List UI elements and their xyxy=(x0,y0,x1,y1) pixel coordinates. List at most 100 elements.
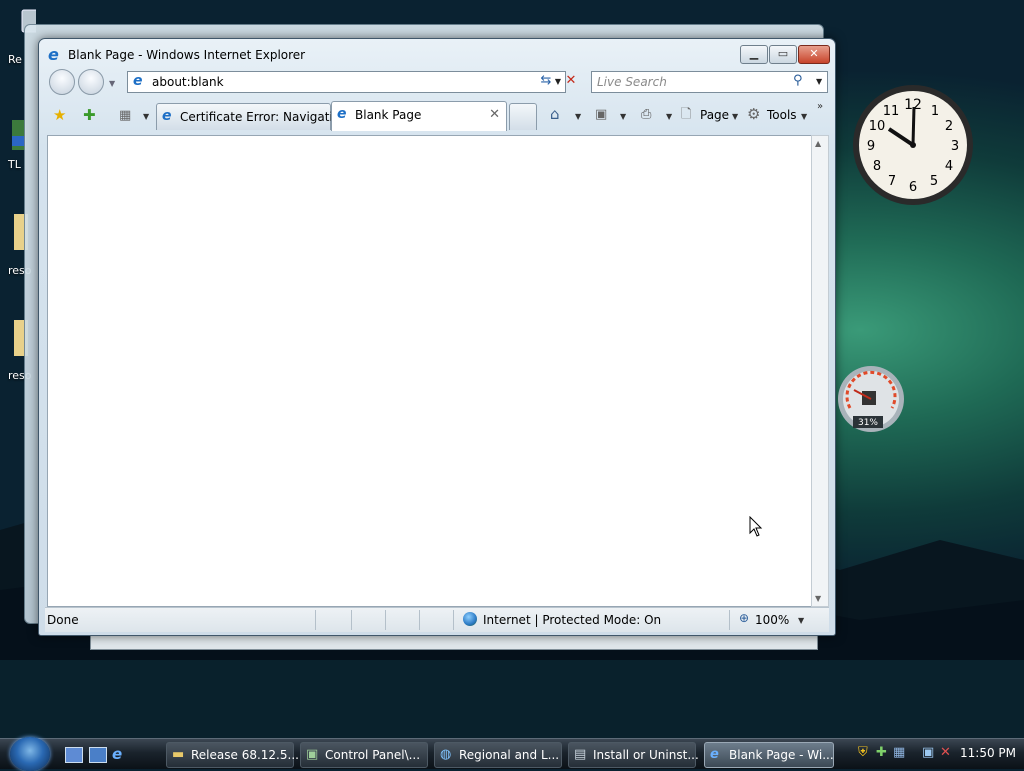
new-tab-button[interactable] xyxy=(509,103,537,130)
ie-quicklaunch-icon[interactable]: e xyxy=(112,745,128,763)
home-dropdown-icon[interactable]: ▼ xyxy=(575,112,581,121)
search-options-dropdown-icon[interactable]: ▼ xyxy=(816,77,822,86)
page-menu-icon[interactable]: 🗋 xyxy=(681,106,691,124)
ie-icon: e xyxy=(710,747,719,762)
search-icon[interactable]: ⚲ xyxy=(793,73,803,88)
more-commands-chevron-icon[interactable]: » xyxy=(817,101,823,112)
title-bar[interactable]: e Blank Page - Windows Internet Explorer… xyxy=(39,39,835,69)
page-menu-button[interactable]: Page xyxy=(700,108,729,122)
clock-number: 9 xyxy=(867,139,875,154)
ie-icon: e xyxy=(337,106,347,122)
clock-number: 10 xyxy=(869,119,886,134)
print-dropdown-icon[interactable]: ▼ xyxy=(666,112,672,121)
folder-icon: ▬ xyxy=(172,747,185,762)
status-divider xyxy=(453,610,454,630)
task-label: Regional and L... xyxy=(459,748,560,762)
window-title: Blank Page - Windows Internet Explorer xyxy=(68,48,306,62)
quick-tabs-icon[interactable]: ▦ xyxy=(119,107,131,125)
address-bar[interactable]: e about:blank ▼ xyxy=(127,71,566,93)
mouse-cursor-icon xyxy=(749,516,763,537)
desktop-icon-label: TL xyxy=(8,158,21,171)
status-divider xyxy=(385,610,386,630)
maximize-icon: ▭ xyxy=(777,47,789,60)
close-tab-icon[interactable]: ✕ xyxy=(489,107,500,122)
tools-menu-button[interactable]: Tools xyxy=(767,108,797,122)
cpu-meter-gadget[interactable]: 31% xyxy=(836,364,906,434)
internet-zone-globe-icon xyxy=(463,612,477,626)
tab-blank-page[interactable]: e Blank Page ✕ xyxy=(331,101,507,131)
print-icon[interactable]: ⎙ xyxy=(641,106,651,124)
feeds-dropdown-icon[interactable]: ▼ xyxy=(620,112,626,121)
tray-app-icon[interactable]: ✚ xyxy=(876,745,887,760)
page-content[interactable] xyxy=(47,135,821,607)
task-label: Install or Uninst... xyxy=(593,748,699,762)
tab-label: Blank Page xyxy=(355,108,422,122)
desktop-icon-label: Re xyxy=(8,53,22,66)
task-regional-language[interactable]: ◍ Regional and L... xyxy=(434,742,562,768)
clock-number: 7 xyxy=(888,174,896,189)
tab-list-dropdown-icon[interactable]: ▼ xyxy=(143,112,149,121)
security-shield-icon[interactable]: ⛨ xyxy=(858,745,868,760)
close-button[interactable]: ✕ xyxy=(798,45,830,64)
volume-muted-icon[interactable]: ✕ xyxy=(940,745,951,760)
add-favorites-icon[interactable]: ✚ xyxy=(83,106,96,124)
zoom-level[interactable]: 100% xyxy=(755,613,789,627)
taskbar: e ▬ Release 68.12.5... ▣ Control Panel\.… xyxy=(0,737,1024,771)
scroll-up-arrow-icon[interactable]: ▲ xyxy=(815,139,821,148)
tools-dropdown-icon[interactable]: ▼ xyxy=(801,112,807,121)
refresh-icon[interactable]: ⇆ xyxy=(536,71,556,91)
status-bar: Done Internet | Protected Mode: On ⊕ 100… xyxy=(45,607,829,632)
clock-number: 2 xyxy=(945,119,953,134)
ie-icon: e xyxy=(48,45,59,64)
stop-icon[interactable]: ✕ xyxy=(561,71,581,91)
status-divider xyxy=(315,610,316,630)
task-blank-page-ie[interactable]: e Blank Page - Wi... xyxy=(704,742,834,768)
favorites-star-icon[interactable]: ★ xyxy=(53,106,66,124)
recent-pages-dropdown-icon[interactable]: ▼ xyxy=(109,79,115,88)
back-button[interactable] xyxy=(49,69,75,95)
clock-number: 8 xyxy=(873,159,881,174)
tools-gear-icon[interactable]: ⚙ xyxy=(747,105,760,123)
tray-app-icon[interactable]: ▦ xyxy=(893,745,905,760)
page-dropdown-icon[interactable]: ▼ xyxy=(732,112,738,121)
ie-icon: e xyxy=(162,108,172,124)
start-button[interactable] xyxy=(10,737,50,771)
minimize-button[interactable]: ▁ xyxy=(740,45,768,64)
clock-number: 5 xyxy=(930,174,938,189)
network-icon[interactable]: ▣ xyxy=(922,745,934,760)
tab-certificate-error[interactable]: e Certificate Error: Navigati... xyxy=(156,103,344,130)
control-panel-icon: ▣ xyxy=(306,747,319,762)
task-release-folder[interactable]: ▬ Release 68.12.5... xyxy=(166,742,299,768)
minimize-icon: ▁ xyxy=(749,47,759,60)
clock-gadget[interactable]: 12 1 2 3 4 5 6 7 8 9 10 11 xyxy=(851,83,975,207)
task-install-uninstall[interactable]: ▤ Install or Uninst... xyxy=(568,742,699,768)
task-label: Release 68.12.5... xyxy=(191,748,299,762)
maximize-button[interactable]: ▭ xyxy=(769,45,797,64)
search-input[interactable]: Live Search xyxy=(597,75,667,89)
search-box[interactable]: Live Search ⚲ ▼ xyxy=(591,71,828,93)
clock-number: 11 xyxy=(883,104,900,119)
close-icon: ✕ xyxy=(809,47,819,60)
switch-windows-icon[interactable] xyxy=(89,747,107,763)
security-zone-text[interactable]: Internet | Protected Mode: On xyxy=(483,613,661,627)
clock-time[interactable]: 11:50 PM xyxy=(960,746,1016,760)
address-input[interactable]: about:blank xyxy=(152,75,224,89)
scroll-down-arrow-icon[interactable]: ▼ xyxy=(815,594,821,603)
status-divider xyxy=(729,610,730,630)
status-divider xyxy=(419,610,420,630)
task-control-panel[interactable]: ▣ Control Panel\... xyxy=(300,742,428,768)
globe-icon: ◍ xyxy=(440,747,452,762)
zoom-dropdown-icon[interactable]: ▼ xyxy=(798,616,804,625)
show-desktop-icon[interactable] xyxy=(65,747,83,763)
feeds-icon[interactable]: ▣ xyxy=(595,106,607,124)
status-divider xyxy=(351,610,352,630)
zoom-magnifier-icon[interactable]: ⊕ xyxy=(739,611,749,625)
cpu-percent: 31% xyxy=(858,418,878,428)
home-icon[interactable]: ⌂ xyxy=(550,105,560,123)
clock-number: 4 xyxy=(945,159,953,174)
clock-number: 6 xyxy=(909,180,917,195)
vertical-scrollbar[interactable]: ▲ ▼ xyxy=(811,135,829,607)
tab-bar: ★ ✚ ▦ ▼ e Certificate Error: Navigati...… xyxy=(45,101,829,131)
programs-icon: ▤ xyxy=(574,747,587,762)
forward-button[interactable] xyxy=(78,69,104,95)
